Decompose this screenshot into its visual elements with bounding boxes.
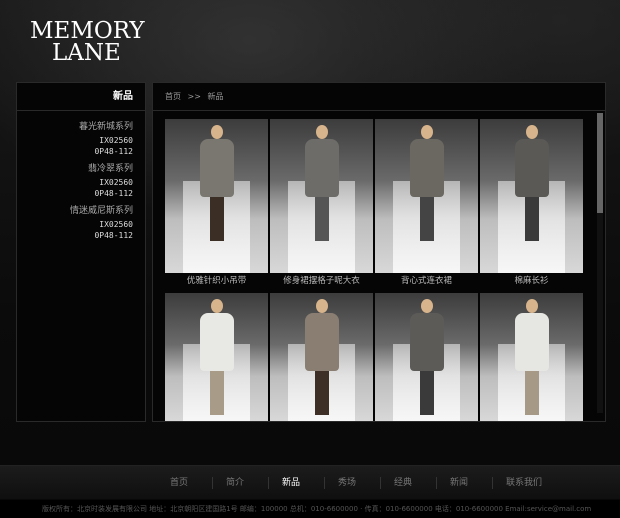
model-figure	[302, 293, 342, 421]
product-caption[interactable]: 背心式连衣裙	[375, 273, 478, 289]
breadcrumb: 首页 >> 新品	[153, 83, 605, 111]
model-garment-top	[514, 313, 549, 371]
model-garment-top	[514, 139, 549, 197]
model-garment-top	[409, 139, 444, 197]
category-item[interactable]: 翡冷翠系列 IX02560 0P48-112	[17, 161, 133, 199]
model-garment-top	[409, 313, 444, 371]
model-figure	[197, 293, 237, 421]
scrollbar-thumb[interactable]	[597, 113, 603, 213]
model-garment-top	[199, 139, 234, 197]
copyright-text: 版权所有：北京时装发展有限公司 地址：北京朝阳区建国路1号 邮编：100000 …	[0, 500, 620, 518]
category-code: IX02560	[99, 136, 133, 145]
model-garment-bottom	[209, 371, 224, 415]
model-garment-bottom	[209, 197, 224, 241]
product-caption[interactable]: 优雅针织小吊带	[165, 273, 268, 289]
model-head	[420, 299, 433, 313]
logo-line-2: LANE	[52, 40, 121, 66]
model-head	[210, 125, 223, 139]
model-figure	[407, 293, 447, 421]
product-card[interactable]: 背心式连衣裙	[375, 119, 478, 289]
category-list: 暮光新城系列 IX02560 0P48-112 翡冷翠系列 IX02560 0P…	[17, 111, 145, 241]
model-head	[315, 299, 328, 313]
model-figure	[302, 119, 342, 249]
model-figure	[512, 293, 552, 421]
product-photo[interactable]	[165, 293, 268, 421]
product-photo[interactable]	[270, 119, 373, 273]
footer-divider	[268, 477, 269, 489]
model-head	[525, 125, 538, 139]
product-card[interactable]	[375, 293, 478, 421]
model-garment-bottom	[524, 197, 539, 241]
product-caption[interactable]: 棉麻长衫	[480, 273, 583, 289]
model-head	[420, 125, 433, 139]
footer-divider	[492, 477, 493, 489]
model-garment-bottom	[524, 371, 539, 415]
model-garment-top	[304, 313, 339, 371]
footer-nav-item[interactable]: 首页	[170, 466, 188, 500]
breadcrumb-home[interactable]: 首页	[165, 92, 181, 101]
product-card[interactable]	[270, 293, 373, 421]
category-item[interactable]: 情迷威尼斯系列 IX02560 0P48-112	[17, 203, 133, 241]
category-code: 0P48-112	[94, 231, 133, 240]
category-code: 0P48-112	[94, 189, 133, 198]
category-code: IX02560	[99, 178, 133, 187]
model-garment-top	[199, 313, 234, 371]
category-name[interactable]: 翡冷翠系列	[17, 161, 133, 177]
category-name[interactable]: 暮光新城系列	[17, 119, 133, 135]
sidebar-title: 新品	[17, 83, 145, 111]
breadcrumb-current: 新品	[207, 92, 224, 101]
product-photo[interactable]	[270, 293, 373, 421]
model-figure	[197, 119, 237, 249]
product-card[interactable]: 棉麻长衫	[480, 119, 583, 289]
category-code: 0P48-112	[94, 147, 133, 156]
product-photo[interactable]	[375, 293, 478, 421]
brand-logo[interactable]: MEMORY LANE	[30, 20, 145, 65]
model-figure	[407, 119, 447, 249]
category-sidebar: 新品 暮光新城系列 IX02560 0P48-112 翡冷翠系列 IX02560…	[16, 82, 146, 422]
footer-nav-item[interactable]: 新闻	[450, 466, 468, 500]
model-garment-bottom	[314, 371, 329, 415]
model-figure	[512, 119, 552, 249]
footer-divider	[436, 477, 437, 489]
product-card[interactable]: 修身裙摆格子呢大衣	[270, 119, 373, 289]
product-card[interactable]	[480, 293, 583, 421]
footer-nav-item[interactable]: 秀场	[338, 466, 356, 500]
model-garment-top	[304, 139, 339, 197]
footer-nav-item[interactable]: 经典	[394, 466, 412, 500]
breadcrumb-separator: >>	[187, 92, 201, 101]
footer-nav-item[interactable]: 联系我们	[506, 466, 542, 500]
product-photo[interactable]	[480, 293, 583, 421]
scrollbar[interactable]	[597, 113, 603, 413]
model-garment-bottom	[314, 197, 329, 241]
footer-divider	[380, 477, 381, 489]
product-card[interactable]	[165, 293, 268, 421]
category-name[interactable]: 情迷威尼斯系列	[17, 203, 133, 219]
footer-nav: 首页 简介 新品 秀场 经典 新闻 联系我们	[0, 465, 620, 499]
model-garment-bottom	[419, 197, 434, 241]
model-head	[525, 299, 538, 313]
category-code: IX02560	[99, 220, 133, 229]
product-panel: 首页 >> 新品 优雅针织小吊带 修身裙摆格子呢大衣 背心式连衣裙 棉麻长衫	[152, 82, 606, 422]
product-photo[interactable]	[480, 119, 583, 273]
product-photo[interactable]	[165, 119, 268, 273]
product-caption[interactable]: 修身裙摆格子呢大衣	[270, 273, 373, 289]
model-garment-bottom	[419, 371, 434, 415]
model-head	[315, 125, 328, 139]
category-item[interactable]: 暮光新城系列 IX02560 0P48-112	[17, 119, 133, 157]
footer-divider	[212, 477, 213, 489]
model-head	[210, 299, 223, 313]
footer-divider	[324, 477, 325, 489]
footer-nav-item[interactable]: 简介	[226, 466, 244, 500]
product-card[interactable]: 优雅针织小吊带	[165, 119, 268, 289]
footer-nav-item[interactable]: 新品	[282, 466, 300, 500]
product-photo[interactable]	[375, 119, 478, 273]
